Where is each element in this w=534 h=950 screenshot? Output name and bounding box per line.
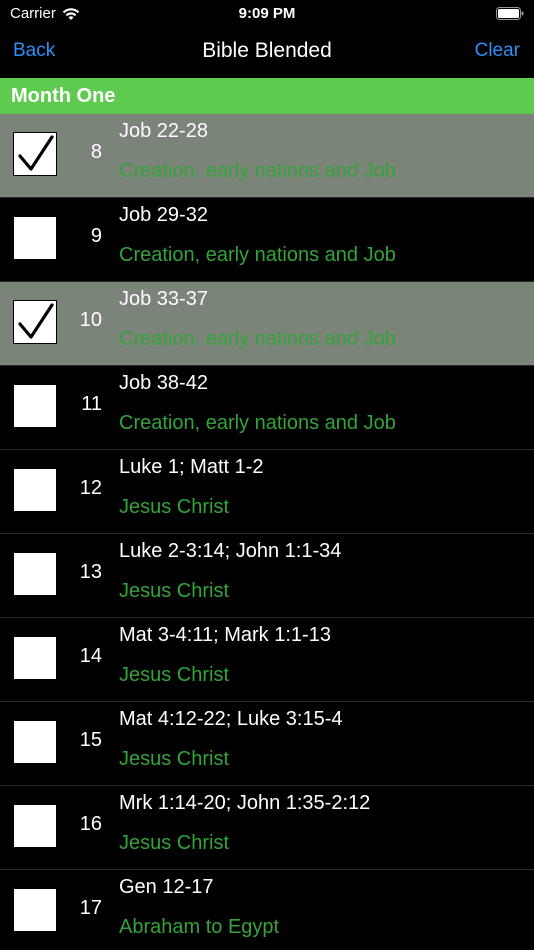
passage-text: Mrk 1:14-20; John 1:35-2:12: [119, 792, 371, 814]
reading-row[interactable]: 11 Job 38-42 Creation, early nations and J…: [0, 366, 534, 450]
theme-text: Jesus Christ: [119, 580, 230, 602]
theme-text: Jesus Christ: [119, 496, 230, 518]
theme-text: Creation, early nations and Job: [119, 412, 396, 434]
checkbox-unchecked[interactable]: [13, 468, 57, 512]
checkbox-unchecked[interactable]: [13, 384, 57, 428]
day-number: 11: [81, 393, 102, 415]
passage-text: Mat 3-4:11; Mark 1:1-13: [119, 624, 331, 646]
reading-row[interactable]: 9 Job 29-32 Creation, early nations and Jo…: [0, 198, 534, 282]
reading-row[interactable]: 12 Luke 1; Matt 1-2 Jesus Christ: [0, 450, 534, 534]
theme-text: Jesus Christ: [119, 748, 230, 770]
reading-row[interactable]: 14 Mat 3-4:11; Mark 1:1-13 Jesus Christ: [0, 618, 534, 702]
checkbox-unchecked[interactable]: [13, 552, 57, 596]
checkbox-checked[interactable]: [13, 300, 57, 344]
passage-text: Mat 4:12-22; Luke 3:15-4: [119, 708, 343, 730]
theme-text: Creation, early nations and Job: [119, 160, 396, 182]
passage-text: Gen 12-17: [119, 876, 214, 898]
status-time: 9:09 PM: [238, 5, 296, 22]
theme-text: Abraham to Egypt: [119, 916, 280, 938]
day-number: 13: [79, 561, 102, 583]
passage-text: Job 33-37: [119, 288, 208, 310]
battery-icon: [496, 7, 524, 20]
day-number: 9: [90, 225, 102, 247]
checkbox-unchecked[interactable]: [13, 720, 57, 764]
clear-button[interactable]: Clear: [475, 40, 520, 62]
checkmark-icon: [18, 303, 54, 339]
theme-text: Creation, early nations and Job: [119, 244, 396, 266]
day-number: 12: [79, 477, 102, 499]
reading-row[interactable]: 10 Job 33-37 Creation, early nations and J…: [0, 282, 534, 366]
passage-text: Job 29-32: [119, 204, 208, 226]
reading-row[interactable]: 15 Mat 4:12-22; Luke 3:15-4 Jesus Christ: [0, 702, 534, 786]
checkbox-unchecked[interactable]: [13, 216, 57, 260]
theme-text: Creation, early nations and Job: [119, 328, 396, 350]
theme-text: Jesus Christ: [119, 832, 230, 854]
reading-row[interactable]: 13 Luke 2-3:14; John 1:1-34 Jesus Christ: [0, 534, 534, 618]
checkmark-icon: [18, 135, 54, 171]
day-number: 16: [79, 813, 102, 835]
theme-text: Jesus Christ: [119, 664, 230, 686]
checkbox-unchecked[interactable]: [13, 888, 57, 932]
day-number: 17: [79, 897, 102, 919]
reading-row[interactable]: 8 Job 22-28 Creation, early nations and Jo…: [0, 114, 534, 198]
reading-list: 8 Job 22-28 Creation, early nations and Jo…: [0, 114, 534, 950]
passage-text: Luke 1; Matt 1-2: [119, 456, 264, 478]
navigation-bar: Back Bible Blended Clear: [0, 28, 534, 78]
status-bar: Carrier 9:09 PM: [0, 0, 534, 28]
passage-text: Luke 2-3:14; John 1:1-34: [119, 540, 342, 562]
day-number: 14: [79, 645, 102, 667]
checkbox-checked[interactable]: [13, 132, 57, 176]
reading-row[interactable]: 17 Gen 12-17 Abraham to Egypt: [0, 870, 534, 950]
day-number: 10: [79, 309, 102, 331]
checkbox-unchecked[interactable]: [13, 804, 57, 848]
checkbox-unchecked[interactable]: [13, 636, 57, 680]
day-number: 8: [90, 141, 102, 163]
passage-text: Job 38-42: [119, 372, 208, 394]
reading-row[interactable]: 16 Mrk 1:14-20; John 1:35-2:12 Jesus Chris…: [0, 786, 534, 870]
day-number: 15: [79, 729, 102, 751]
section-header: Month One: [0, 78, 534, 114]
page-title: Bible Blended: [202, 39, 332, 62]
passage-text: Job 22-28: [119, 120, 208, 142]
